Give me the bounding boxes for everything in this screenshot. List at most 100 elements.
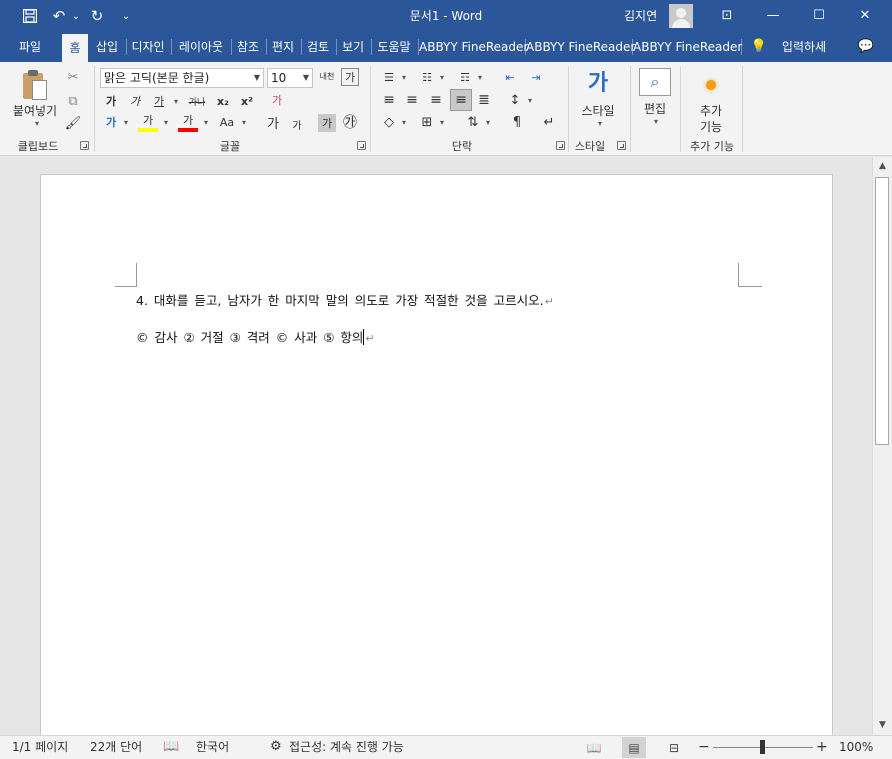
tab-layout[interactable]: 레이아웃 bbox=[173, 32, 229, 62]
tab-file[interactable]: 파일 bbox=[4, 32, 56, 62]
tab-help[interactable]: 도움말 bbox=[372, 32, 416, 62]
accessibility-icon[interactable]: ⚙ bbox=[270, 736, 282, 759]
italic-icon[interactable]: 가 bbox=[126, 92, 144, 110]
line-spacing-dropdown-icon[interactable]: ▾ bbox=[524, 90, 534, 110]
comments-icon[interactable]: 💬 bbox=[852, 32, 880, 62]
cut-icon[interactable]: ✂ bbox=[62, 66, 84, 88]
document-page[interactable]: 4. 대화를 듣고, 남자가 한 마지막 말의 의도로 가장 적절한 것을 고르… bbox=[40, 174, 833, 735]
undo-dropdown-icon[interactable]: ⌄ bbox=[70, 0, 82, 32]
accessibility-status[interactable]: 접근성: 계속 진행 가능 bbox=[289, 736, 404, 759]
char-shading-icon[interactable]: 가 bbox=[318, 114, 336, 132]
maximize-icon[interactable]: ☐ bbox=[796, 0, 842, 30]
enclose-char-icon[interactable]: ㉮ bbox=[341, 112, 359, 132]
paragraph-launcher-icon[interactable] bbox=[556, 141, 565, 150]
undo-icon[interactable]: ↶ bbox=[48, 0, 70, 32]
distributed-icon[interactable]: ≣ bbox=[475, 90, 493, 110]
subscript-icon[interactable]: x₂ bbox=[213, 92, 233, 110]
paste-dropdown-icon[interactable]: ▾ bbox=[28, 118, 44, 128]
ruby-icon[interactable]: 내천 bbox=[318, 66, 336, 88]
tell-me-box[interactable]: 입력하세 bbox=[776, 32, 832, 62]
save-icon[interactable] bbox=[18, 0, 42, 32]
center-icon[interactable]: ≡ bbox=[403, 90, 421, 110]
ribbon-display-options-icon[interactable]: ⊡ bbox=[704, 0, 750, 30]
grow-font-icon[interactable]: 가 bbox=[264, 112, 282, 132]
styles-icon[interactable]: 가 bbox=[580, 66, 616, 96]
underline-icon[interactable]: 가 bbox=[150, 92, 168, 110]
styles-launcher-icon[interactable] bbox=[617, 141, 626, 150]
scrollbar-thumb[interactable] bbox=[875, 177, 889, 445]
tab-design[interactable]: 디자인 bbox=[127, 32, 169, 62]
multilevel-dropdown-icon[interactable]: ▾ bbox=[474, 68, 484, 86]
font-name-combo[interactable]: 맑은 고딕(본문 한글) ▼ bbox=[100, 68, 264, 88]
line-spacing-icon[interactable]: ↕ bbox=[506, 90, 524, 110]
close-icon[interactable]: ✕ bbox=[842, 0, 888, 30]
editing-icon[interactable]: ⌕ bbox=[639, 68, 671, 96]
highlight-icon[interactable]: 가 bbox=[138, 112, 158, 132]
zoom-out-button[interactable]: − bbox=[698, 736, 710, 759]
lightbulb-icon[interactable]: 💡 bbox=[748, 32, 770, 62]
asian-layout-dropdown-icon[interactable]: ▾ bbox=[482, 112, 492, 132]
minimize-icon[interactable]: — bbox=[750, 0, 796, 30]
bold-icon[interactable]: 가 bbox=[102, 92, 120, 110]
user-name[interactable]: 김지연 bbox=[624, 0, 657, 32]
read-mode-icon[interactable]: 📖 bbox=[582, 737, 606, 758]
align-right-icon[interactable]: ≡ bbox=[427, 90, 445, 110]
page-count[interactable]: 1/1 페이지 bbox=[12, 736, 68, 759]
change-case-dropdown-icon[interactable]: ▾ bbox=[238, 112, 248, 132]
numbering-icon[interactable]: ☷ bbox=[418, 68, 436, 86]
zoom-in-button[interactable]: + bbox=[816, 736, 828, 759]
borders-icon[interactable]: ⊞ bbox=[418, 112, 436, 132]
sort-icon[interactable]: ¶ bbox=[508, 112, 526, 132]
document-paragraph-2[interactable]: © 감사 ② 거절 ③ 격려 © 사과 ⑤ 항의 ↵ bbox=[136, 327, 375, 346]
styles-button[interactable]: 스타일 bbox=[574, 102, 622, 118]
highlight-dropdown-icon[interactable]: ▾ bbox=[160, 112, 170, 132]
addins-button-line2[interactable]: 기능 bbox=[690, 118, 732, 134]
zoom-level[interactable]: 100% bbox=[839, 736, 873, 759]
scroll-down-icon[interactable]: ▼ bbox=[873, 716, 892, 734]
vertical-scrollbar[interactable]: ▲ ▼ bbox=[872, 157, 892, 735]
tab-abbyy-2[interactable]: ABBYY FineReader bbox=[526, 32, 635, 62]
paste-icon[interactable] bbox=[23, 70, 49, 100]
format-painter-icon[interactable]: 🖌 bbox=[62, 112, 84, 134]
bullets-icon[interactable]: ☰ bbox=[380, 68, 398, 86]
document-paragraph-1[interactable]: 4. 대화를 듣고, 남자가 한 마지막 말의 의도로 가장 적절한 것을 고르… bbox=[136, 290, 554, 309]
decrease-indent-icon[interactable]: ⇤ bbox=[500, 68, 520, 86]
text-effects-icon[interactable]: 가 bbox=[102, 112, 120, 132]
font-size-combo[interactable]: 10 ▼ bbox=[267, 68, 313, 88]
addins-icon[interactable] bbox=[700, 74, 722, 96]
text-direction-icon[interactable]: ↵ bbox=[540, 112, 558, 132]
text-effects-dropdown-icon[interactable]: ▾ bbox=[120, 112, 130, 132]
tab-abbyy-1[interactable]: ABBYY FineReader bbox=[419, 32, 528, 62]
tab-home[interactable]: 홈 bbox=[62, 34, 88, 62]
copy-icon[interactable]: ⧉ bbox=[62, 90, 84, 112]
tab-view[interactable]: 보기 bbox=[337, 32, 369, 62]
font-color-dropdown-icon[interactable]: ▾ bbox=[200, 112, 210, 132]
numbering-dropdown-icon[interactable]: ▾ bbox=[436, 68, 446, 86]
bullets-dropdown-icon[interactable]: ▾ bbox=[398, 68, 408, 86]
paste-button[interactable]: 붙여넣기 bbox=[4, 102, 66, 118]
clear-formatting-icon[interactable]: 가 bbox=[266, 90, 288, 110]
justify-icon[interactable]: ≡ bbox=[450, 89, 472, 111]
styles-dropdown-icon[interactable]: ▾ bbox=[592, 118, 606, 128]
scroll-up-icon[interactable]: ▲ bbox=[873, 157, 892, 175]
shrink-font-icon[interactable]: 가 bbox=[288, 114, 306, 134]
multilevel-list-icon[interactable]: ☶ bbox=[456, 68, 474, 86]
asian-layout-icon[interactable]: ⇅ bbox=[464, 112, 482, 132]
tab-references[interactable]: 참조 bbox=[232, 32, 264, 62]
proofing-icon[interactable]: 📖 bbox=[163, 736, 179, 759]
redo-icon[interactable]: ↻ bbox=[86, 0, 108, 32]
underline-dropdown-icon[interactable]: ▾ bbox=[170, 92, 180, 110]
shading-dropdown-icon[interactable]: ▾ bbox=[398, 112, 408, 132]
char-scale-icon[interactable]: 가 bbox=[341, 68, 359, 86]
shading-icon[interactable]: ◇ bbox=[380, 112, 398, 132]
superscript-icon[interactable]: x² bbox=[237, 92, 257, 110]
web-layout-icon[interactable]: ⊟ bbox=[662, 737, 686, 758]
strikethrough-icon[interactable]: 가나 bbox=[186, 92, 208, 110]
tab-review[interactable]: 검토 bbox=[302, 32, 334, 62]
font-launcher-icon[interactable] bbox=[357, 141, 366, 150]
language[interactable]: 한국어 bbox=[196, 736, 229, 759]
increase-indent-icon[interactable]: ⇥ bbox=[526, 68, 546, 86]
word-count[interactable]: 22개 단어 bbox=[90, 736, 142, 759]
editing-dropdown-icon[interactable]: ▾ bbox=[648, 116, 662, 126]
change-case-icon[interactable]: Aa bbox=[216, 112, 238, 132]
